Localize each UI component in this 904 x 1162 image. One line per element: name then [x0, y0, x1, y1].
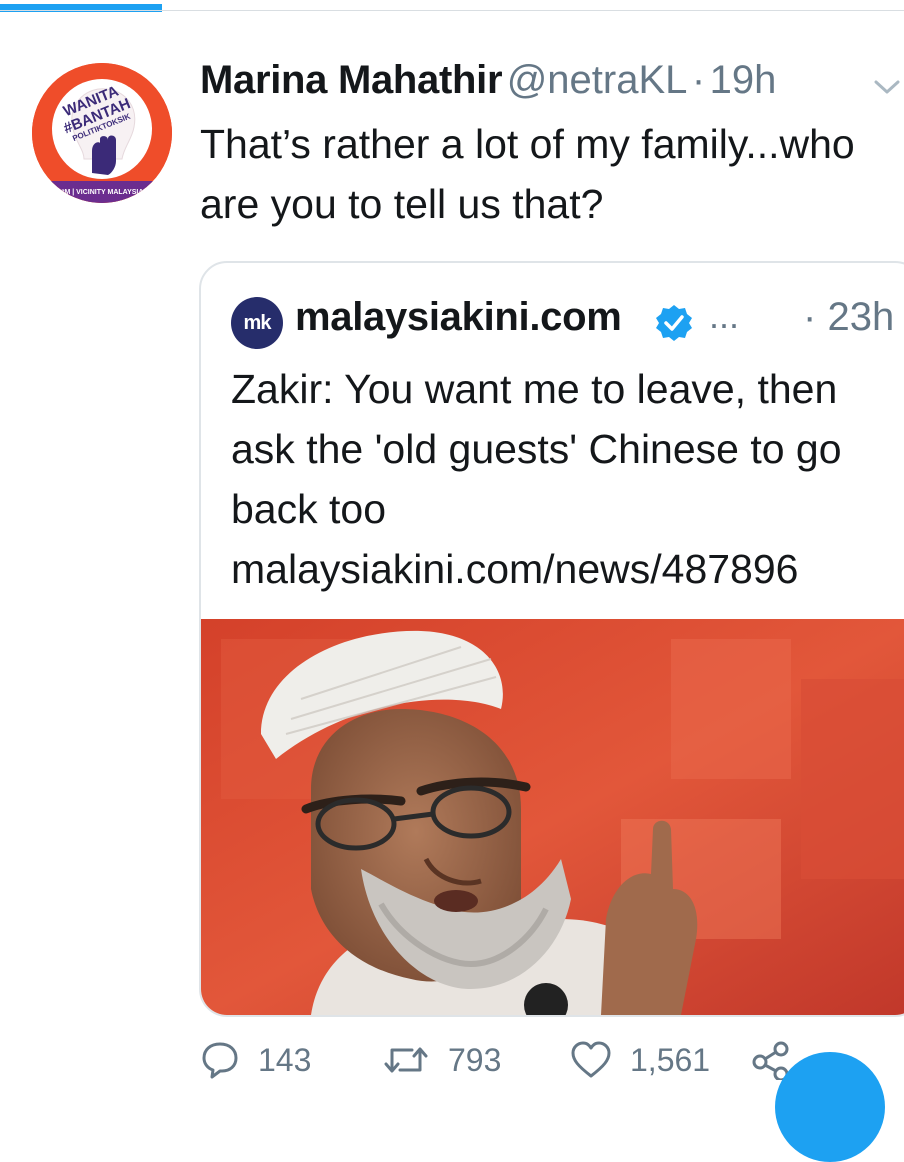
avatar[interactable]: WANITA #BANTAH POLITIKTOKSIK #M | VICINI…	[32, 63, 172, 203]
timestamp[interactable]: 19h	[710, 58, 777, 102]
quoted-separator-dot: ·	[803, 295, 817, 339]
retweet-count: 793	[448, 1041, 502, 1078]
heart-icon	[571, 1041, 611, 1078]
logo-text: mk	[243, 311, 272, 334]
reply-count: 143	[258, 1041, 312, 1078]
quoted-timestamp[interactable]: · 23h	[803, 295, 894, 340]
truncation-ellipsis: ...	[709, 295, 740, 336]
quoted-display-name[interactable]: malaysiakini.com	[295, 295, 622, 340]
like-button[interactable]: 1,561	[570, 1040, 710, 1080]
chevron-down-icon[interactable]	[872, 76, 902, 98]
quoted-tweet-card[interactable]: mk malaysiakini.com ... · 23h Zakir: You…	[199, 261, 904, 1017]
separator-dot: ·	[691, 58, 706, 102]
retweet-button[interactable]: 793	[382, 1040, 501, 1080]
verified-badge-icon	[656, 305, 692, 341]
quoted-tweet-text: Zakir: You want me to leave, then ask th…	[231, 359, 891, 599]
quoted-tweet-header: mk malaysiakini.com ... · 23h	[231, 293, 894, 349]
quoted-tweet-link[interactable]: malaysiakini.com/news/487896	[231, 539, 891, 599]
reply-icon	[202, 1042, 238, 1079]
tweet-header: Marina Mahathir @netraKL · 19h	[200, 58, 904, 114]
like-count: 1,561	[630, 1041, 711, 1078]
quoted-time-value: 23h	[827, 295, 895, 339]
malaysiakini-logo[interactable]: mk	[231, 297, 283, 349]
retweet-icon	[384, 1047, 428, 1073]
quoted-tweet-body: Zakir: You want me to leave, then ask th…	[231, 366, 842, 532]
compose-tweet-button[interactable]	[775, 1052, 885, 1162]
user-handle[interactable]: @netraKL	[507, 58, 688, 102]
reply-button[interactable]: 143	[200, 1040, 311, 1080]
quoted-tweet-photo[interactable]	[201, 619, 904, 1015]
tweet-text: That’s rather a lot of my family...who a…	[200, 121, 855, 227]
display-name[interactable]: Marina Mahathir	[200, 58, 503, 102]
avatar-footer-text: #M | VICINITY MALAYSIA	[61, 189, 144, 196]
top-divider	[0, 10, 904, 11]
